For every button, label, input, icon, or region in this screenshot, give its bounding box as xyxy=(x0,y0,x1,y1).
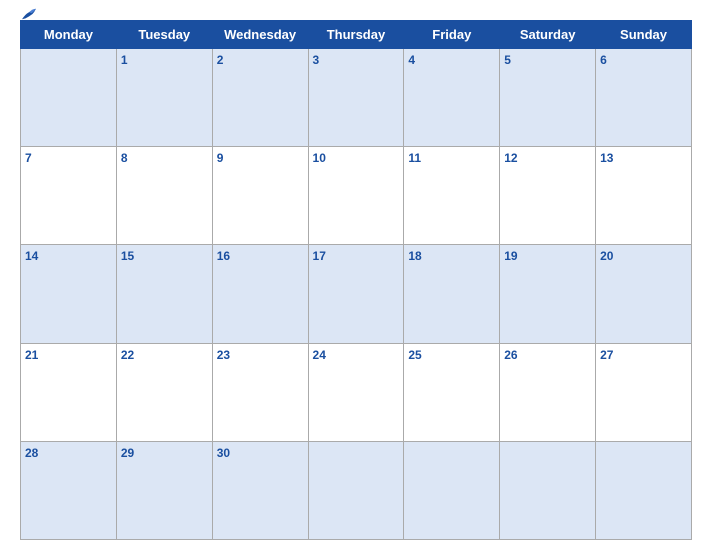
day-number: 12 xyxy=(504,151,517,165)
day-number: 11 xyxy=(408,151,421,165)
calendar-table: MondayTuesdayWednesdayThursdayFridaySatu… xyxy=(20,20,692,540)
day-number: 21 xyxy=(25,348,38,362)
calendar-cell: 22 xyxy=(116,343,212,441)
calendar-cell: 25 xyxy=(404,343,500,441)
calendar-cell: 12 xyxy=(500,147,596,245)
day-number: 16 xyxy=(217,249,230,263)
calendar-cell: 13 xyxy=(596,147,692,245)
day-number: 25 xyxy=(408,348,421,362)
calendar-cell: 27 xyxy=(596,343,692,441)
calendar-cell: 7 xyxy=(21,147,117,245)
calendar-cell xyxy=(596,441,692,539)
calendar-cell: 3 xyxy=(308,49,404,147)
calendar-weekday-wednesday: Wednesday xyxy=(212,21,308,49)
day-number: 18 xyxy=(408,249,421,263)
day-number: 13 xyxy=(600,151,613,165)
day-number: 27 xyxy=(600,348,613,362)
calendar-week-row: 14 15 16 17 18 19 20 xyxy=(21,245,692,343)
calendar-header-row: MondayTuesdayWednesdayThursdayFridaySatu… xyxy=(21,21,692,49)
calendar-cell: 24 xyxy=(308,343,404,441)
calendar-cell xyxy=(21,49,117,147)
calendar-cell: 26 xyxy=(500,343,596,441)
calendar-cell: 29 xyxy=(116,441,212,539)
calendar-weekday-tuesday: Tuesday xyxy=(116,21,212,49)
calendar-cell: 6 xyxy=(596,49,692,147)
calendar-cell: 21 xyxy=(21,343,117,441)
calendar-cell: 5 xyxy=(500,49,596,147)
calendar-cell: 23 xyxy=(212,343,308,441)
calendar-week-row: 28 29 30 xyxy=(21,441,692,539)
page-header xyxy=(20,10,692,14)
day-number: 15 xyxy=(121,249,134,263)
calendar-week-row: 7 8 9 10 11 12 13 xyxy=(21,147,692,245)
calendar-cell: 2 xyxy=(212,49,308,147)
day-number: 9 xyxy=(217,151,224,165)
day-number: 1 xyxy=(121,53,128,67)
day-number: 4 xyxy=(408,53,415,67)
calendar-cell: 4 xyxy=(404,49,500,147)
calendar-cell: 15 xyxy=(116,245,212,343)
day-number: 20 xyxy=(600,249,613,263)
logo-bird-icon xyxy=(20,7,38,21)
calendar-weekday-thursday: Thursday xyxy=(308,21,404,49)
calendar-cell: 14 xyxy=(21,245,117,343)
day-number: 22 xyxy=(121,348,134,362)
calendar-cell: 28 xyxy=(21,441,117,539)
day-number: 19 xyxy=(504,249,517,263)
calendar-cell xyxy=(308,441,404,539)
day-number: 10 xyxy=(313,151,326,165)
day-number: 3 xyxy=(313,53,320,67)
calendar-cell xyxy=(500,441,596,539)
day-number: 28 xyxy=(25,446,38,460)
calendar-cell: 11 xyxy=(404,147,500,245)
day-number: 29 xyxy=(121,446,134,460)
calendar-week-row: 21 22 23 24 25 26 27 xyxy=(21,343,692,441)
calendar-cell xyxy=(404,441,500,539)
calendar-cell: 8 xyxy=(116,147,212,245)
calendar-cell: 18 xyxy=(404,245,500,343)
calendar-cell: 1 xyxy=(116,49,212,147)
day-number: 2 xyxy=(217,53,224,67)
day-number: 14 xyxy=(25,249,38,263)
calendar-cell: 30 xyxy=(212,441,308,539)
day-number: 7 xyxy=(25,151,32,165)
calendar-week-row: 1 2 3 4 5 6 xyxy=(21,49,692,147)
day-number: 26 xyxy=(504,348,517,362)
calendar-cell: 9 xyxy=(212,147,308,245)
day-number: 23 xyxy=(217,348,230,362)
calendar-cell: 19 xyxy=(500,245,596,343)
calendar-cell: 20 xyxy=(596,245,692,343)
calendar-cell: 10 xyxy=(308,147,404,245)
calendar-weekday-friday: Friday xyxy=(404,21,500,49)
logo-blue xyxy=(20,7,40,21)
logo xyxy=(20,7,40,21)
day-number: 5 xyxy=(504,53,511,67)
day-number: 6 xyxy=(600,53,607,67)
calendar-weekday-sunday: Sunday xyxy=(596,21,692,49)
calendar-weekday-monday: Monday xyxy=(21,21,117,49)
day-number: 30 xyxy=(217,446,230,460)
day-number: 17 xyxy=(313,249,326,263)
day-number: 8 xyxy=(121,151,128,165)
calendar-cell: 17 xyxy=(308,245,404,343)
calendar-weekday-saturday: Saturday xyxy=(500,21,596,49)
calendar-cell: 16 xyxy=(212,245,308,343)
day-number: 24 xyxy=(313,348,326,362)
